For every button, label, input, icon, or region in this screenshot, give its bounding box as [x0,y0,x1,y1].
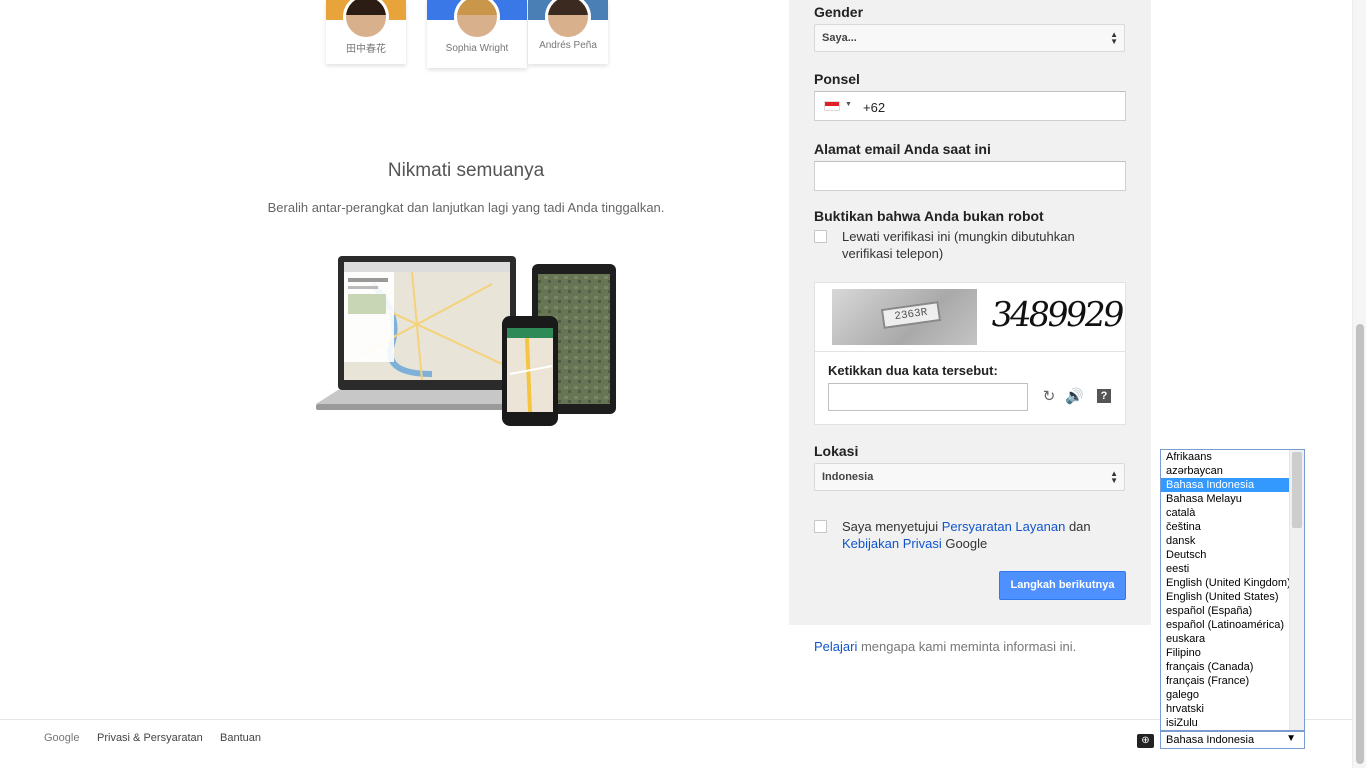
indonesia-flag-icon[interactable] [824,101,840,111]
language-select[interactable]: Bahasa Indonesia ▼ [1160,731,1305,749]
avatar [545,0,591,40]
privacy-link[interactable]: Kebijakan Privasi [842,536,942,551]
agree-prefix: Saya menyetujui [842,519,942,534]
footer-privacy-terms-link[interactable]: Privasi & Persyaratan [97,732,203,744]
footer: Google Privasi & Persyaratan Bantuan ⊕ [0,719,1352,768]
language-dropdown-list[interactable]: Afrikaans azərbaycan Bahasa Indonesia Bahas… [1160,449,1305,731]
language-option[interactable]: català [1161,506,1291,520]
footer-google: Google [44,732,80,744]
avatar-name: Sophia Wright [445,43,509,54]
avatar-name: 田中春花 [346,44,386,55]
skip-verification-text: Lewati verifikasi ini (mungkin dibutuhka… [842,229,1075,261]
captcha-input[interactable] [828,383,1028,411]
language-option[interactable]: euskara [1161,632,1291,646]
next-step-button[interactable]: Langkah berikutnya [999,571,1126,600]
chevron-down-icon: ▼ [1286,733,1296,744]
agree-and: dan [1065,519,1091,534]
skip-verification-checkbox[interactable] [814,230,827,243]
language-option[interactable]: hrvatski [1161,702,1291,716]
language-option[interactable]: Bahasa Indonesia [1161,478,1291,492]
language-option[interactable]: čeština [1161,520,1291,534]
language-list-scrollbar[interactable] [1289,450,1304,730]
signup-page: 田中春花 Sophia Wright Andrés Peña Nikmati s… [0,0,1366,768]
gender-select-value: Saya... [822,32,857,44]
chevron-down-icon[interactable]: ▼ [845,101,852,108]
language-option[interactable]: galego [1161,688,1291,702]
captcha-box: 2363R 3489929 Ketikkan dua kata tersebut… [814,282,1126,425]
devices-illustration [316,256,616,426]
language-option[interactable]: français (Canada) [1161,660,1291,674]
language-option[interactable]: Filipino [1161,646,1291,660]
captcha-photo: 2363R [832,289,977,345]
learn-text: mengapa kami meminta informasi ini. [857,639,1077,654]
promo-subtitle: Beralih antar-perangkat dan lanjutkan la… [267,200,665,215]
language-option[interactable]: Bahasa Melayu [1161,492,1291,506]
language-option[interactable]: español (Latinoamérica) [1161,618,1291,632]
select-arrows-icon: ▲ ▼ [1110,30,1118,46]
language-option[interactable]: azərbaycan [1161,464,1291,478]
help-icon[interactable]: ? [1097,389,1111,403]
email-field[interactable] [814,161,1126,191]
phone-input[interactable]: ▼ +62 [814,91,1126,121]
language-option[interactable]: español (España) [1161,604,1291,618]
location-select[interactable]: Indonesia ▲ ▼ [814,463,1125,491]
language-option[interactable]: Afrikaans [1161,450,1291,464]
captcha-prompt: Ketikkan dua kata tersebut: [828,363,998,378]
agree-terms-checkbox[interactable] [814,520,827,533]
refresh-icon[interactable]: ↻ [1040,388,1058,406]
phone-country-code: +62 [863,100,886,115]
agree-suffix: Google [941,536,988,551]
scrollbar-thumb[interactable] [1292,452,1302,528]
robot-label: Buktikan bahwa Anda bukan robot [814,208,1044,224]
gender-label: Gender [814,4,864,20]
avatar-card: Sophia Wright [427,0,527,68]
captcha-photo-text: 2363R [880,301,942,329]
location-select-value: Indonesia [822,471,874,483]
learn-why-text: Pelajari mengapa kami meminta informasi … [814,639,1076,654]
language-option[interactable]: English (United States) [1161,590,1291,604]
agree-terms-text: Saya menyetujui Persyaratan Layanan dan … [842,518,1112,552]
language-select-value: Bahasa Indonesia [1166,734,1255,746]
avatar-name: Andrés Peña [539,40,597,51]
captcha-text-image: 3489929 [988,295,1125,335]
promo-title: Nikmati semuanya [387,160,545,181]
avatar-card: 田中春花 [326,0,406,64]
language-option[interactable]: eesti [1161,562,1291,576]
avatar-strip: 田中春花 Sophia Wright Andrés Peña [326,0,608,70]
gender-select[interactable]: Saya... ▲ ▼ [814,24,1125,52]
email-label: Alamat email Anda saat ini [814,141,991,157]
avatar [454,0,500,40]
language-option[interactable]: Deutsch [1161,548,1291,562]
language-globe-icon[interactable]: ⊕ [1137,734,1154,748]
divider [815,351,1125,352]
learn-link[interactable]: Pelajari [814,639,857,654]
page-scrollbar-thumb[interactable] [1356,324,1364,764]
language-option[interactable]: isiZulu [1161,716,1291,730]
language-option[interactable]: français (France) [1161,674,1291,688]
avatar [343,0,389,40]
select-arrows-icon: ▲ ▼ [1110,469,1118,485]
footer-help-link[interactable]: Bantuan [220,732,261,744]
language-option[interactable]: English (United Kingdom) [1161,576,1291,590]
avatar-card: Andrés Peña [528,0,608,64]
phone-label: Ponsel [814,71,860,87]
location-label: Lokasi [814,443,859,459]
language-option[interactable]: dansk [1161,534,1291,548]
terms-link[interactable]: Persyaratan Layanan [942,519,1066,534]
audio-icon[interactable]: 🔊 [1065,388,1084,406]
page-scrollbar[interactable] [1352,0,1366,768]
